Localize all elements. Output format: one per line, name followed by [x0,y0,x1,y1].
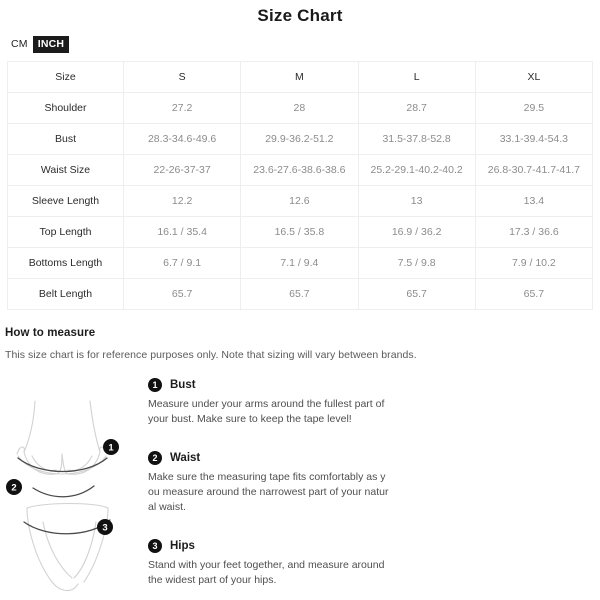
step-header: 2 Waist [148,451,398,465]
row-value: 25.2-29.1-40.2-40.2 [357,154,476,186]
row-value: 33.1-39.4-54.3 [474,123,594,155]
row-value: 29.9-36.2-51.2 [240,123,359,155]
row-value: 13.4 [474,185,594,217]
step-description: Make sure the measuring tape fits comfor… [148,471,389,513]
row-value: 26.8-30.7-41.7-41.7 [474,154,594,186]
step-number-badge-1: 1 [148,378,162,392]
row-value: 65.7 [122,278,242,310]
measurement-step-bust: 1 Bust Measure under your arms around th… [148,378,398,427]
row-value: 28 [240,92,359,124]
bikini-diagram-icon: 1 2 3 [6,400,119,592]
diagram-marker-2: 2 [6,479,22,495]
step-title: Hips [170,540,195,552]
table-row: Top Length 16.1 / 35.4 16.5 / 35.8 16.9 … [7,216,594,248]
row-label: Bottoms Length [7,247,124,279]
table-row: Waist Size 22-26-37-37 23.6-27.6-38.6-38… [7,154,594,186]
row-value: 7.1 / 9.4 [240,247,359,279]
step-description: Measure under your arms around the fulle… [148,398,385,425]
step-title: Waist [170,452,201,464]
table-row: Bottoms Length 6.7 / 9.1 7.1 / 9.4 7.5 /… [7,247,594,279]
how-to-measure-heading: How to measure [5,327,96,339]
measurement-steps: 1 Bust Measure under your arms around th… [148,378,398,600]
size-table-wrapper: Size S M L XL Shoulder 27.2 28 28.7 29.5… [7,61,594,310]
measurement-step-waist: 2 Waist Make sure the measuring tape fit… [148,451,398,515]
unit-toggle-cm[interactable]: CM [6,36,33,53]
table-row: Shoulder 27.2 28 28.7 29.5 [7,92,594,124]
table-header-cell-l: L [357,61,476,93]
step-header: 1 Bust [148,378,398,392]
row-value: 16.5 / 35.8 [240,216,359,248]
unit-toggle-group[interactable]: CM INCH [6,36,70,53]
row-value: 7.5 / 9.8 [357,247,476,279]
row-value: 31.5-37.8-52.8 [357,123,476,155]
row-value: 7.9 / 10.2 [474,247,594,279]
size-chart-page: Size Chart CM INCH Size S M L XL Shoulde… [0,0,600,600]
row-label: Sleeve Length [7,185,124,217]
row-value: 12.2 [122,185,242,217]
row-value: 16.9 / 36.2 [357,216,476,248]
table-header-cell-size: Size [7,61,124,93]
row-value: 16.1 / 35.4 [122,216,242,248]
diagram-marker-3: 3 [97,519,113,535]
table-row: Belt Length 65.7 65.7 65.7 65.7 [7,278,594,310]
measurement-step-hips: 3 Hips Stand with your feet together, an… [148,539,398,588]
row-value: 23.6-27.6-38.6-38.6 [240,154,359,186]
row-label: Waist Size [7,154,124,186]
svg-text:3: 3 [102,523,107,534]
table-header-row: Size S M L XL [7,61,594,93]
row-label: Bust [7,123,124,155]
table-header-cell-s: S [122,61,242,93]
svg-text:1: 1 [108,443,114,454]
how-to-measure-note: This size chart is for reference purpose… [5,349,417,361]
step-number-badge-2: 2 [148,451,162,465]
row-value: 65.7 [474,278,594,310]
step-description: Stand with your feet together, and measu… [148,559,385,586]
page-title: Size Chart [257,6,343,25]
row-value: 29.5 [474,92,594,124]
step-title: Bust [170,379,196,391]
diagram-marker-1: 1 [103,439,119,455]
row-value: 65.7 [240,278,359,310]
row-label: Belt Length [7,278,124,310]
row-value: 13 [357,185,476,217]
row-label: Shoulder [7,92,124,124]
row-value: 65.7 [357,278,476,310]
row-value: 28.3-34.6-49.6 [122,123,242,155]
step-header: 3 Hips [148,539,398,553]
svg-text:2: 2 [11,483,16,494]
step-number-badge-3: 3 [148,539,162,553]
table-row: Bust 28.3-34.6-49.6 29.9-36.2-51.2 31.5-… [7,123,594,155]
row-value: 12.6 [240,185,359,217]
table-header-cell-m: M [240,61,359,93]
row-value: 28.7 [357,92,476,124]
row-value: 22-26-37-37 [122,154,242,186]
table-header-cell-xl: XL [474,61,594,93]
row-value: 17.3 / 36.6 [474,216,594,248]
row-label: Top Length [7,216,124,248]
table-row: Sleeve Length 12.2 12.6 13 13.4 [7,185,594,217]
unit-toggle-inch[interactable]: INCH [32,36,70,53]
row-value: 6.7 / 9.1 [122,247,242,279]
size-table: Size S M L XL Shoulder 27.2 28 28.7 29.5… [7,61,594,310]
row-value: 27.2 [122,92,242,124]
